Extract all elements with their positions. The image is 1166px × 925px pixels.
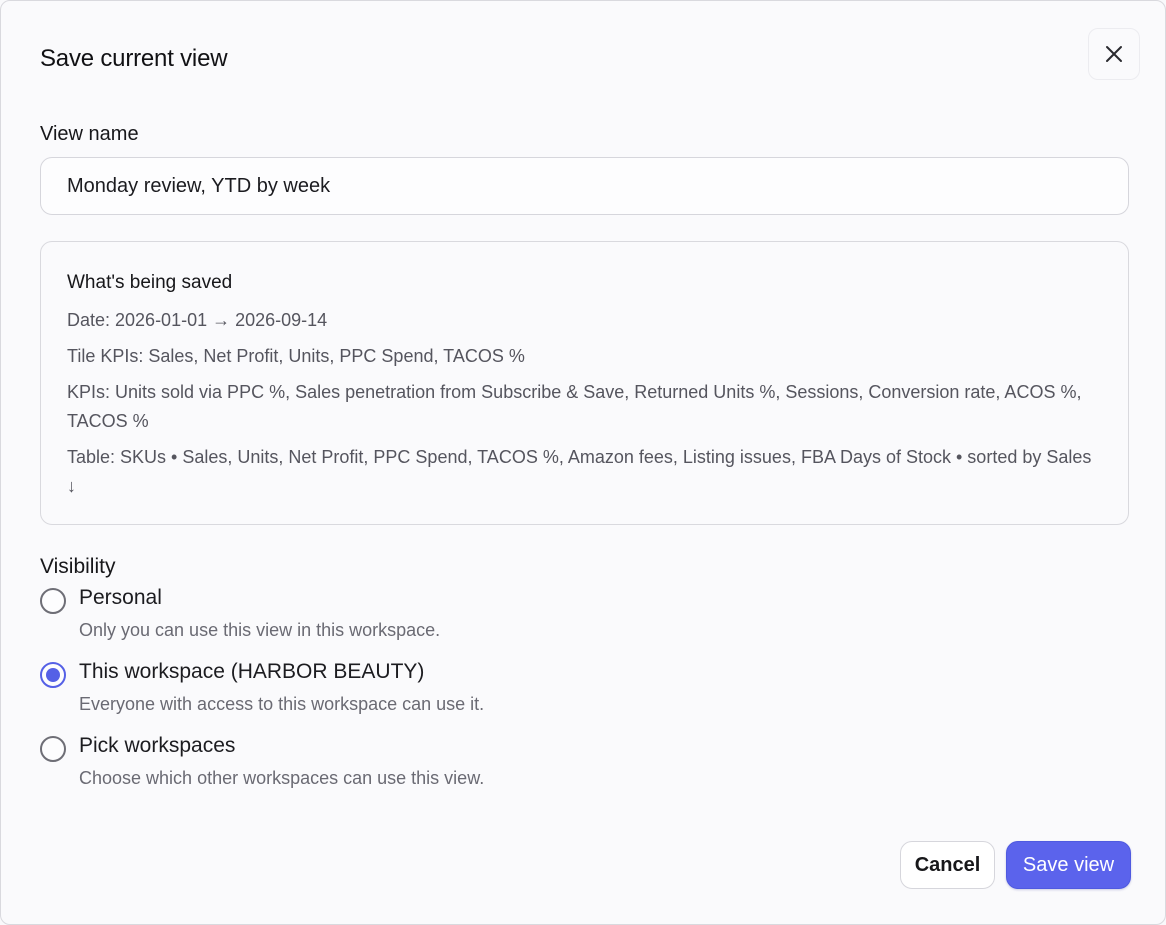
option-title: Personal [79,586,162,609]
visibility-option-personal[interactable]: Personal Only you can use this view in t… [40,586,840,646]
summary-date-range: Date: 2026-01-01 → 2026-09-14 [67,310,328,330]
close-icon [1106,46,1122,62]
dialog-title: Save current view [40,45,228,72]
save-view-button[interactable]: Save view [1006,841,1131,889]
option-title: Pick workspaces [79,734,236,757]
visibility-option-pick-workspaces[interactable]: Pick workspaces Choose which other works… [40,734,840,794]
option-description: Everyone with access to this workspace c… [79,694,485,714]
radio-button-this-workspace[interactable] [40,662,66,688]
visibility-option-this-workspace[interactable]: This workspace (HARBOR BEAUTY) Everyone … [40,660,840,720]
save-view-dialog: Save current view View name What's being… [0,0,1166,925]
summary-table: Table: SKUs • Sales, Units, Net Profit, … [67,447,1092,496]
radio-button-personal[interactable] [40,588,66,614]
summary-heading: What's being saved [67,272,233,293]
radio-button-pick-workspaces[interactable] [40,736,66,762]
summary-tile-kpis: Tile KPIs: Sales, Net Profit, Units, PPC… [67,346,525,366]
close-button[interactable] [1088,28,1140,80]
view-name-input[interactable] [40,157,1129,215]
cancel-button[interactable]: Cancel [900,841,995,889]
saved-summary-panel: What's being saved Date: 2026-01-01 → 20… [40,241,1129,525]
option-title: This workspace (HARBOR BEAUTY) [79,660,425,683]
view-name-label: View name [40,123,139,145]
summary-kpis: KPIs: Units sold via PPC %, Sales penetr… [67,382,1082,431]
option-description: Choose which other workspaces can use th… [79,768,485,788]
option-description: Only you can use this view in this works… [79,620,441,640]
visibility-label: Visibility [40,555,116,578]
